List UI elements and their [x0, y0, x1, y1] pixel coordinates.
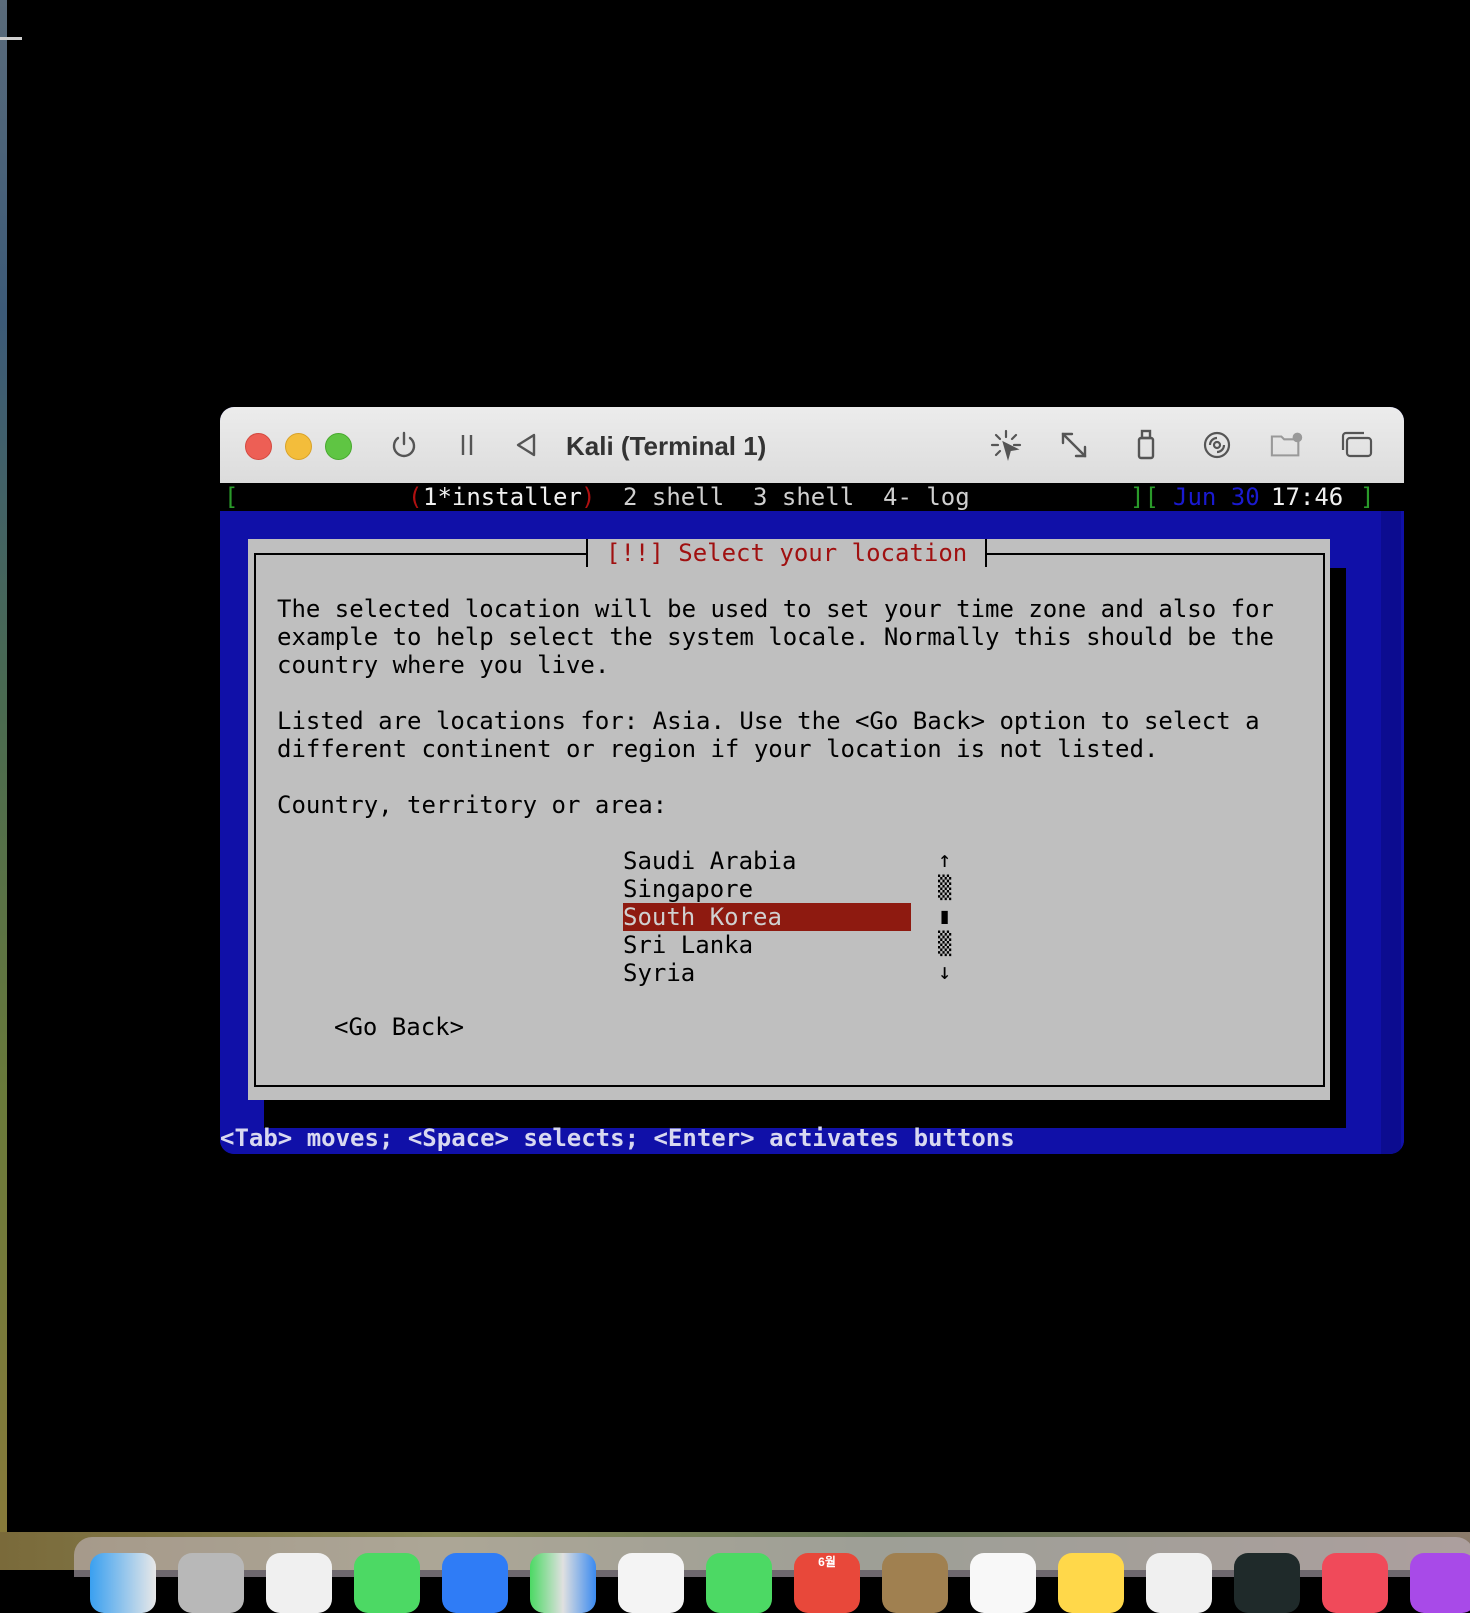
news-icon[interactable] [1322, 1553, 1388, 1613]
country-option[interactable]: Sri Lanka [623, 931, 911, 959]
calendar-icon[interactable]: 6월 [794, 1553, 860, 1613]
installer-screen: [!!] Select your location The selected l… [220, 511, 1404, 1154]
safari-icon[interactable] [266, 1553, 332, 1613]
screen-scrollbar[interactable] [1381, 511, 1401, 1154]
description-line: example to help select the system locale… [277, 623, 1274, 651]
description-line: country where you live. [277, 651, 610, 679]
stocks-icon[interactable] [1234, 1553, 1300, 1613]
description-line: The selected location will be used to se… [277, 595, 1274, 623]
country-option-selected[interactable]: South Korea [623, 903, 911, 931]
mail-icon[interactable] [442, 1553, 508, 1613]
scroll-thumb-icon[interactable]: ▮ [938, 903, 951, 931]
vm-window: Kali (Terminal 1) [ ( 1*installer ) 2 sh… [220, 407, 1404, 1154]
power-icon[interactable] [387, 427, 421, 463]
status-window-1[interactable]: 1*installer [423, 483, 582, 511]
launchpad-icon[interactable] [178, 1553, 244, 1613]
desktop-wallpaper-edge [0, 0, 7, 1570]
status-open-paren: ( [408, 483, 423, 511]
maximize-button[interactable] [325, 433, 352, 460]
status-separator: ][ [1130, 483, 1159, 511]
reminders-icon[interactable] [970, 1553, 1036, 1613]
status-close-paren: ) [581, 483, 596, 511]
window-switcher-icon[interactable] [1340, 427, 1374, 463]
region-note-line: different continent or region if your lo… [277, 735, 1159, 763]
location-dialog: [!!] Select your location The selected l… [248, 539, 1330, 1100]
desktop-edge-tick [0, 37, 22, 40]
go-back-button[interactable]: <Go Back> [334, 1013, 464, 1041]
region-note-line: Listed are locations for: Asia. Use the … [277, 707, 1260, 735]
status-end-bracket: ] [1360, 483, 1375, 511]
messages-icon[interactable] [354, 1553, 420, 1613]
close-button[interactable] [245, 433, 272, 460]
finder-icon[interactable] [90, 1553, 156, 1613]
disc-icon[interactable] [1200, 427, 1234, 463]
status-window-4[interactable]: 4- log [883, 483, 970, 511]
facetime-icon[interactable] [706, 1553, 772, 1613]
help-line: <Tab> moves; <Space> selects; <Enter> ac… [220, 1124, 1015, 1152]
capture-pointer-icon[interactable] [989, 427, 1023, 463]
photos-icon[interactable] [618, 1553, 684, 1613]
pause-icon[interactable] [450, 427, 484, 463]
back-icon[interactable] [509, 427, 543, 463]
country-option[interactable]: Saudi Arabia [623, 847, 911, 875]
calendar-month-label: 6월 [818, 1555, 836, 1569]
country-prompt: Country, territory or area: [277, 791, 668, 819]
status-date: Jun 30 [1173, 483, 1260, 511]
maps-icon[interactable] [530, 1553, 596, 1613]
podcasts-icon[interactable] [1410, 1553, 1470, 1613]
usb-icon[interactable] [1129, 427, 1163, 463]
tmux-status-bar: [ ( 1*installer ) 2 shell 3 shell 4- log… [220, 483, 1404, 511]
minimize-button[interactable] [285, 433, 312, 460]
scroll-track-icon[interactable]: ▒ [938, 931, 951, 959]
window-title: Kali (Terminal 1) [566, 431, 767, 461]
country-option[interactable]: Singapore [623, 875, 911, 903]
resize-icon[interactable] [1057, 427, 1091, 463]
status-window-3[interactable]: 3 shell [753, 483, 854, 511]
scroll-track-icon[interactable]: ▒ [938, 875, 951, 903]
window-titlebar: Kali (Terminal 1) [220, 407, 1404, 484]
status-window-2[interactable]: 2 shell [623, 483, 724, 511]
scroll-up-arrow-icon[interactable]: ↑ [938, 847, 951, 875]
status-left-bracket: [ [224, 483, 239, 511]
country-option[interactable]: Syria [623, 959, 911, 987]
dialog-title: [!!] Select your location [586, 539, 988, 567]
scroll-down-arrow-icon[interactable]: ↓ [938, 959, 951, 987]
status-time: 17:46 [1271, 483, 1344, 511]
shared-folder-icon[interactable] [1270, 427, 1304, 463]
notes-icon[interactable] [1058, 1553, 1124, 1613]
dock: 6월 [74, 1537, 1470, 1613]
contacts-icon[interactable] [882, 1553, 948, 1613]
freeform-icon[interactable] [1146, 1553, 1212, 1613]
